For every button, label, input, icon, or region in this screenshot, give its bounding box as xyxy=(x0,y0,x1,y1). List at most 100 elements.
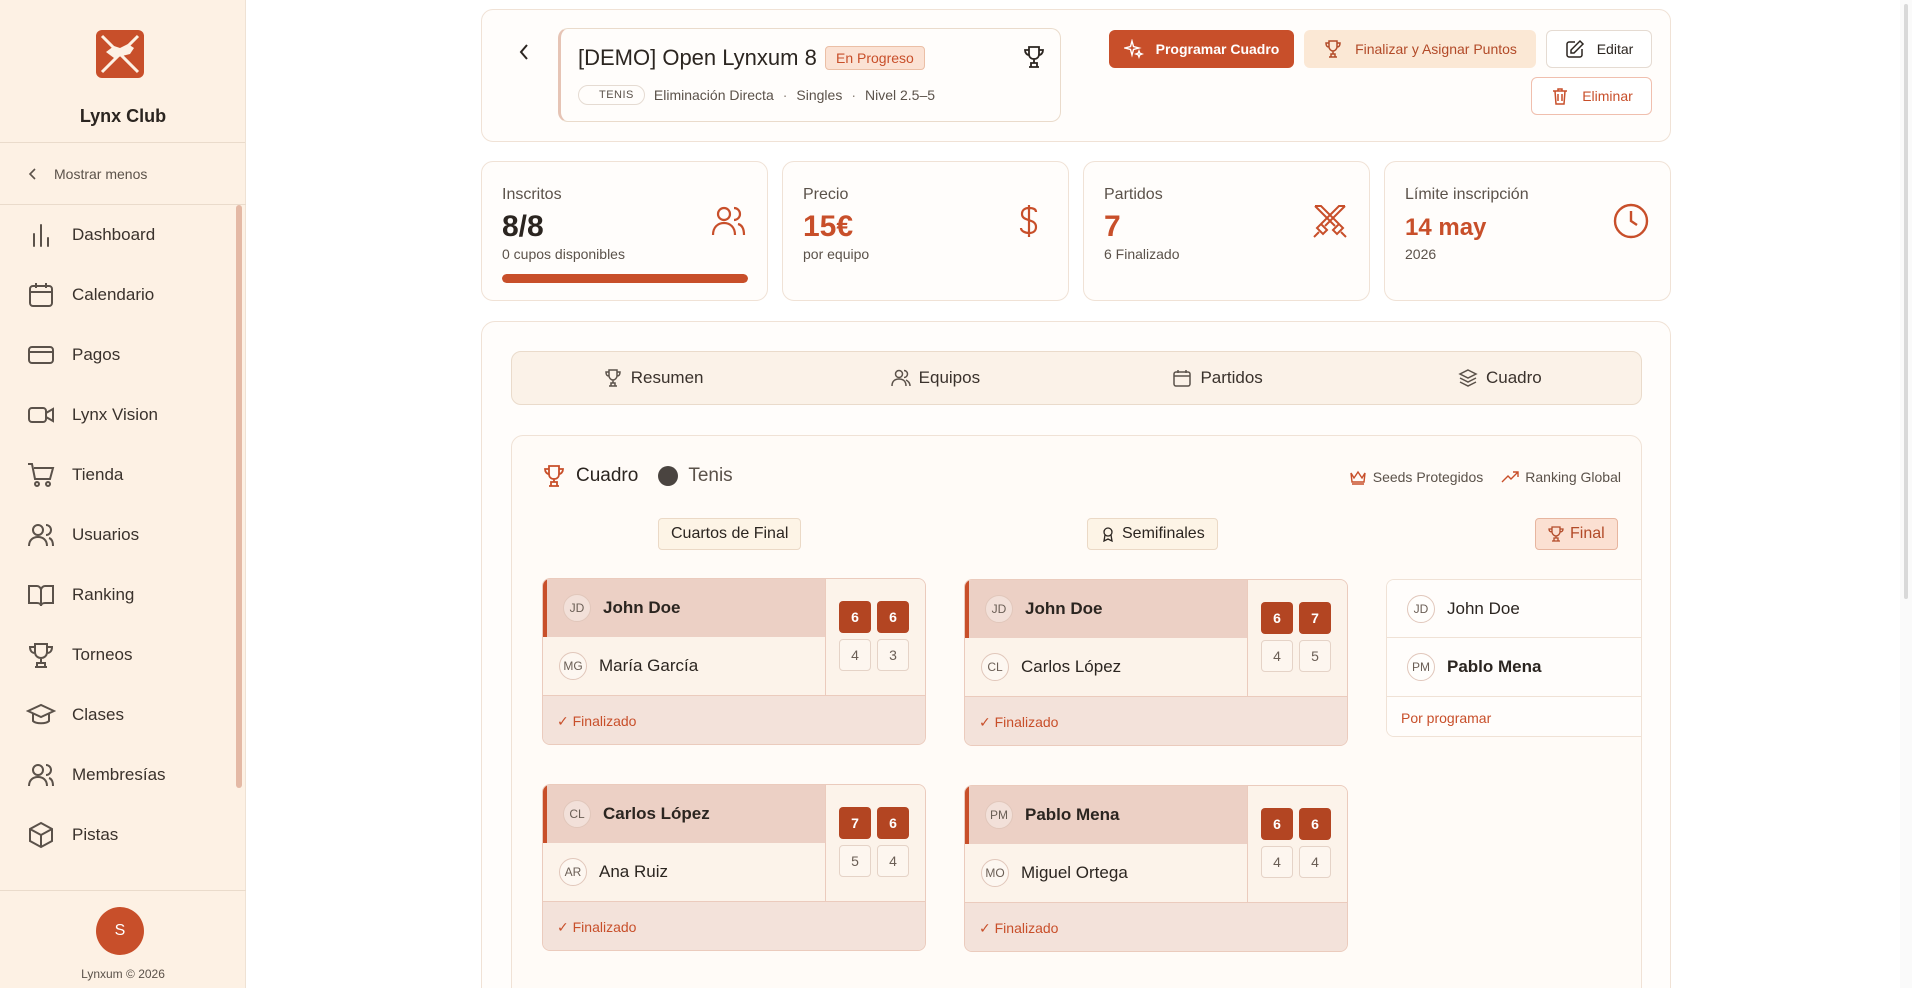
sparkles-icon xyxy=(1123,39,1144,59)
set-score: 7 xyxy=(839,807,871,839)
stat-sub: 2026 xyxy=(1405,246,1437,262)
match-card-final[interactable]: JD John Doe PM Pablo Mena Por programar xyxy=(1386,579,1641,737)
sidebar-item-label: Dashboard xyxy=(72,225,156,244)
finalize-button[interactable]: Finalizar y Asignar Puntos xyxy=(1304,30,1536,68)
sidebar-item-tienda[interactable]: Tienda xyxy=(0,445,240,505)
stat-label: Inscritos xyxy=(502,186,562,203)
round-label-text: Semifinales xyxy=(1122,525,1205,542)
sidebar-item-label: Torneos xyxy=(72,645,133,664)
trash-icon xyxy=(1553,88,1568,105)
global-ranking-option[interactable]: Ranking Global xyxy=(1501,468,1621,486)
stat-sub: por equipo xyxy=(803,246,870,262)
progress-fill xyxy=(502,274,748,283)
collapse-menu-button[interactable]: Mostrar menos xyxy=(0,143,246,205)
sidebar-item-ranking[interactable]: Ranking xyxy=(0,565,240,625)
crown-icon xyxy=(1350,470,1366,485)
match-status: Por programar xyxy=(1387,696,1641,736)
player-initials: JD xyxy=(563,594,591,622)
sidebar-footer: S Lynxum © 2026 xyxy=(0,890,246,988)
sidebar-item-label: Ranking xyxy=(72,585,135,604)
set-score: 6 xyxy=(877,601,909,633)
sidebar-item-membresias[interactable]: Membresías xyxy=(0,745,240,805)
avatar[interactable]: S xyxy=(96,907,144,955)
sidebar-item-lynx-vision[interactable]: Lynx Vision xyxy=(0,385,240,445)
tab-equipos[interactable]: Equipos xyxy=(794,352,1076,404)
set-score: 3 xyxy=(877,639,909,671)
bracket-title: Cuadro Tenis xyxy=(542,464,733,488)
brand: Lynx Club xyxy=(0,0,245,143)
sidebar-item-label: Usuarios xyxy=(72,525,140,544)
bracket-sport-label: Tenis xyxy=(688,465,733,486)
schedule-bracket-button[interactable]: Programar Cuadro xyxy=(1109,30,1294,68)
stat-label: Límite inscripción xyxy=(1405,186,1529,203)
sidebar-item-label: Pagos xyxy=(72,345,121,364)
copyright: Lynxum © 2026 xyxy=(81,967,165,981)
player-name: María García xyxy=(599,656,699,675)
sidebar-scrollbar[interactable] xyxy=(236,205,242,788)
sidebar-item-pistas[interactable]: Pistas xyxy=(0,805,240,865)
trophy-icon xyxy=(28,643,54,668)
bracket-options: Seeds Protegidos Ranking Global xyxy=(1349,468,1621,486)
back-button[interactable] xyxy=(512,40,536,64)
sidebar-item-calendario[interactable]: Calendario xyxy=(0,265,240,325)
player-row: MO Miguel Ortega xyxy=(965,844,1247,902)
tab-cuadro[interactable]: Cuadro xyxy=(1359,352,1641,404)
trophy-icon xyxy=(1325,40,1341,58)
player-initials: PM xyxy=(985,801,1013,829)
tab-resumen[interactable]: Resumen xyxy=(512,352,794,404)
stat-value: 15€ xyxy=(803,210,854,243)
set-score: 6 xyxy=(1261,808,1293,840)
player-initials: PM xyxy=(1407,653,1435,681)
set-score: 4 xyxy=(1299,846,1331,878)
separator: · xyxy=(782,87,788,103)
format-label: Eliminación Directa xyxy=(653,87,774,103)
sidebar-item-label: Calendario xyxy=(72,285,155,304)
player-row: JD John Doe xyxy=(1387,580,1641,638)
chevron-left-icon xyxy=(519,44,528,60)
medal-icon xyxy=(1103,527,1113,542)
seeds-protected-option[interactable]: Seeds Protegidos xyxy=(1349,468,1483,486)
round-label-semis: Semifinales xyxy=(1087,518,1218,550)
lynx-logo-icon[interactable] xyxy=(96,30,144,78)
match-status: ✓ Finalizado xyxy=(965,902,1347,951)
stat-value: 7 xyxy=(1104,210,1121,243)
sidebar-item-torneos[interactable]: Torneos xyxy=(0,625,240,685)
scrollbar-thumb[interactable] xyxy=(1904,4,1908,599)
users-icon xyxy=(28,524,54,547)
dollar-icon xyxy=(1019,205,1038,237)
video-icon xyxy=(28,407,54,423)
player-name: Pablo Mena xyxy=(1447,657,1542,676)
delete-button[interactable]: Eliminar xyxy=(1531,77,1652,115)
tab-label: Cuadro xyxy=(1485,368,1542,387)
sidebar-item-pagos[interactable]: Pagos xyxy=(0,325,240,385)
separator: · xyxy=(851,87,856,103)
player-name: Ana Ruiz xyxy=(599,862,668,881)
player-name: Carlos López xyxy=(1021,657,1122,676)
round-label-quarters: Cuartos de Final xyxy=(658,518,802,550)
stat-value: 14 may xyxy=(1405,214,1487,241)
score-panel: 7 6 5 4 xyxy=(825,785,925,901)
sidebar-item-dashboard[interactable]: Dashboard xyxy=(0,205,240,265)
trophy-icon xyxy=(1024,46,1044,68)
edit-button[interactable]: Editar xyxy=(1546,30,1652,68)
stat-label: Precio xyxy=(803,186,849,203)
match-card[interactable]: JD John Doe MG María García 6 6 4 3 ✓ Fi… xyxy=(542,578,926,745)
match-card[interactable]: PM Pablo Mena MO Miguel Ortega 6 6 4 4 ✓… xyxy=(964,785,1348,952)
sidebar: Lynx Club Mostrar menos Dashboard Calend… xyxy=(0,0,246,988)
player-initials: MG xyxy=(559,652,587,680)
page-scrollbar[interactable] xyxy=(1900,0,1912,988)
player-initials: CL xyxy=(563,800,591,828)
page-title: [DEMO] Open Lynxum 8 xyxy=(578,45,817,70)
sidebar-item-usuarios[interactable]: Usuarios xyxy=(0,505,240,565)
match-card[interactable]: JD John Doe CL Carlos López 6 7 4 5 ✓ Fi… xyxy=(964,579,1348,746)
stat-price: Precio 15€ por equipo xyxy=(782,161,1069,301)
sidebar-item-clases[interactable]: Clases xyxy=(0,685,240,745)
tab-partidos[interactable]: Partidos xyxy=(1077,352,1359,404)
set-score: 6 xyxy=(877,807,909,839)
player-initials: JD xyxy=(1407,594,1435,623)
tab-label: Equipos xyxy=(918,368,981,387)
round-label-final: Final xyxy=(1535,518,1618,550)
round-label-text: Cuartos de Final xyxy=(671,525,789,542)
stat-enrolled: Inscritos 8/8 0 cupos disponibles xyxy=(481,161,768,301)
match-card[interactable]: CL Carlos López AR Ana Ruiz 7 6 5 4 ✓ Fi… xyxy=(542,784,926,951)
